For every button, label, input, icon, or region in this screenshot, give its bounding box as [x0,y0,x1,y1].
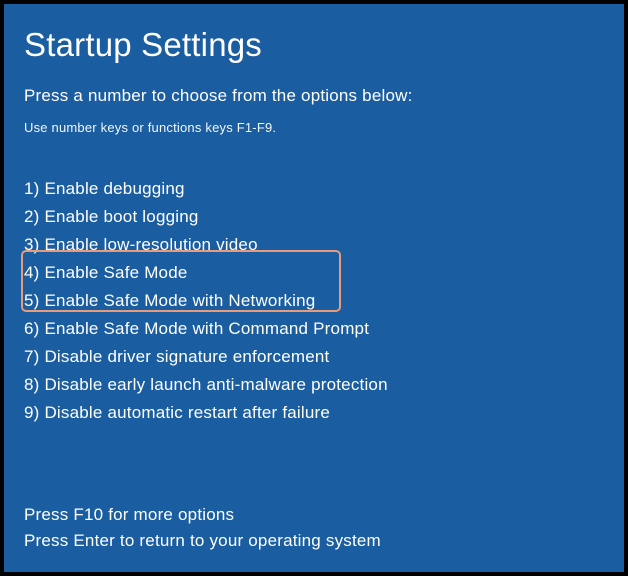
option-1[interactable]: 1) Enable debugging [24,175,604,203]
option-9[interactable]: 9) Disable automatic restart after failu… [24,399,604,427]
instruction-text: Press a number to choose from the option… [24,86,604,106]
option-6[interactable]: 6) Enable Safe Mode with Command Prompt [24,315,604,343]
option-8[interactable]: 8) Disable early launch anti-malware pro… [24,371,604,399]
option-2[interactable]: 2) Enable boot logging [24,203,604,231]
options-list: 1) Enable debugging 2) Enable boot loggi… [24,175,604,427]
option-5[interactable]: 5) Enable Safe Mode with Networking [24,287,604,315]
option-4[interactable]: 4) Enable Safe Mode [24,259,604,287]
startup-settings-screen: Startup Settings Press a number to choos… [4,4,624,572]
footer-return: Press Enter to return to your operating … [24,528,381,554]
page-title: Startup Settings [24,26,604,64]
option-3[interactable]: 3) Enable low-resolution video [24,231,604,259]
footer: Press F10 for more options Press Enter t… [24,502,381,554]
hint-text: Use number keys or functions keys F1-F9. [24,120,604,135]
footer-more-options: Press F10 for more options [24,502,381,528]
option-7[interactable]: 7) Disable driver signature enforcement [24,343,604,371]
